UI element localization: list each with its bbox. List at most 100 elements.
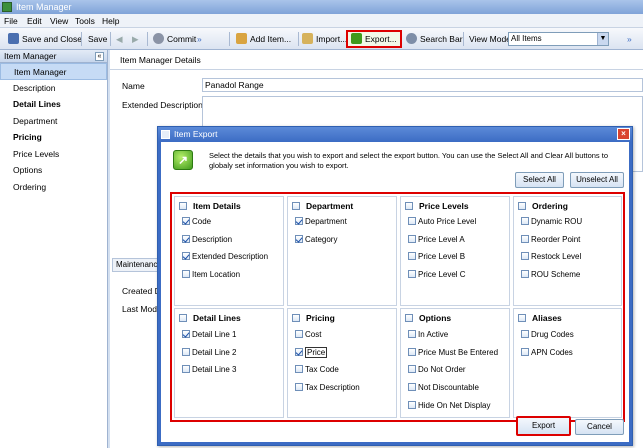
checkbox[interactable] — [182, 365, 190, 373]
view-mode-select[interactable]: All Items ▼ — [508, 32, 609, 46]
option-in-active[interactable]: In Active — [408, 330, 448, 340]
checkbox[interactable] — [408, 348, 416, 356]
chevron-down-icon[interactable]: ▼ — [597, 33, 608, 45]
checkbox[interactable] — [408, 252, 416, 260]
checkbox[interactable] — [521, 217, 529, 225]
import-button[interactable]: Import... — [302, 31, 347, 47]
collapse-chevron-icon[interactable]: « — [95, 52, 104, 61]
sidebar-item-department[interactable]: Department — [0, 113, 107, 130]
category-header[interactable]: Price Levels — [405, 201, 469, 211]
option-tax-description[interactable]: Tax Description — [295, 383, 360, 393]
toolbar-overflow-chevron-icon[interactable]: » — [197, 31, 202, 47]
category-header[interactable]: Aliases — [518, 313, 562, 323]
option-department[interactable]: Department — [295, 217, 347, 227]
close-icon[interactable]: × — [617, 128, 630, 140]
option-auto-price-level[interactable]: Auto Price Level — [408, 217, 476, 227]
option-apn-codes[interactable]: APN Codes — [521, 348, 573, 358]
option-detail-line-2[interactable]: Detail Line 2 — [182, 348, 236, 358]
checkbox[interactable] — [182, 235, 190, 243]
category-header[interactable]: Options — [405, 313, 451, 323]
checkbox[interactable] — [182, 252, 190, 260]
sidebar-item-price-levels[interactable]: Price Levels — [0, 146, 107, 163]
checkbox[interactable] — [295, 383, 303, 391]
add-item-button[interactable]: Add Item... — [236, 31, 291, 47]
checkbox[interactable] — [408, 383, 416, 391]
checkbox[interactable] — [295, 348, 303, 356]
category-header[interactable]: Detail Lines — [179, 313, 241, 323]
checkbox[interactable] — [295, 330, 303, 338]
unselect-all-button[interactable]: Unselect All — [570, 172, 624, 188]
menu-tools[interactable]: Tools — [75, 16, 95, 26]
menu-view[interactable]: View — [50, 16, 68, 26]
checkbox[interactable] — [295, 365, 303, 373]
select-all-button[interactable]: Select All — [515, 172, 564, 188]
checkbox[interactable] — [518, 314, 526, 322]
sidebar-item-ordering[interactable]: Ordering — [0, 179, 107, 196]
checkbox[interactable] — [408, 330, 416, 338]
checkbox[interactable] — [518, 202, 526, 210]
checkbox[interactable] — [179, 202, 187, 210]
forward-button[interactable]: ▶ — [132, 31, 139, 47]
category-header[interactable]: Department — [292, 201, 353, 211]
cancel-button[interactable]: Cancel — [575, 419, 624, 435]
category-header[interactable]: Ordering — [518, 201, 568, 211]
option-detail-line-1[interactable]: Detail Line 1 — [182, 330, 236, 340]
sidebar-item-description[interactable]: Description — [0, 80, 107, 97]
checkbox[interactable] — [292, 202, 300, 210]
menu-edit[interactable]: Edit — [27, 16, 42, 26]
sidebar-item-item-manager[interactable]: Item Manager — [0, 63, 107, 80]
option-price[interactable]: Price — [295, 347, 328, 358]
checkbox[interactable] — [182, 348, 190, 356]
option-price-level-c[interactable]: Price Level C — [408, 270, 466, 280]
checkbox[interactable] — [405, 314, 413, 322]
checkbox[interactable] — [408, 401, 416, 409]
option-reorder-point[interactable]: Reorder Point — [521, 235, 580, 245]
sidebar-item-detail-lines[interactable]: Detail Lines — [0, 96, 107, 113]
menu-file[interactable]: File — [4, 16, 18, 26]
checkbox[interactable] — [408, 235, 416, 243]
checkbox[interactable] — [182, 217, 190, 225]
back-button[interactable]: ◀ — [116, 31, 123, 47]
checkbox[interactable] — [521, 252, 529, 260]
option-drug-codes[interactable]: Drug Codes — [521, 330, 574, 340]
toolbar-overflow-chevron-icon[interactable]: » — [627, 31, 632, 47]
option-do-not-order[interactable]: Do Not Order — [408, 365, 466, 375]
checkbox[interactable] — [408, 365, 416, 373]
option-price-must-be-entered[interactable]: Price Must Be Entered — [408, 348, 498, 358]
name-field[interactable]: Panadol Range — [202, 78, 643, 92]
checkbox[interactable] — [182, 330, 190, 338]
option-cost[interactable]: Cost — [295, 330, 321, 340]
checkbox[interactable] — [521, 330, 529, 338]
option-dynamic-rou[interactable]: Dynamic ROU — [521, 217, 582, 227]
search-bar-button[interactable]: Search Bar — [406, 31, 463, 47]
menu-help[interactable]: Help — [102, 16, 119, 26]
option-hide-on-net-display[interactable]: Hide On Net Display — [408, 401, 490, 411]
category-header[interactable]: Pricing — [292, 313, 335, 323]
tab-maintenance[interactable]: Maintenance — [112, 258, 158, 272]
sidebar-item-pricing[interactable]: Pricing — [0, 129, 107, 146]
export-button[interactable]: Export... — [346, 30, 402, 48]
checkbox[interactable] — [179, 314, 187, 322]
checkbox[interactable] — [292, 314, 300, 322]
option-description[interactable]: Description — [182, 235, 232, 245]
option-rou-scheme[interactable]: ROU Scheme — [521, 270, 580, 280]
option-tax-code[interactable]: Tax Code — [295, 365, 339, 375]
checkbox[interactable] — [408, 217, 416, 225]
option-code[interactable]: Code — [182, 217, 211, 227]
option-restock-level[interactable]: Restock Level — [521, 252, 581, 262]
option-category[interactable]: Category — [295, 235, 337, 245]
option-price-level-a[interactable]: Price Level A — [408, 235, 465, 245]
checkbox[interactable] — [295, 235, 303, 243]
checkbox[interactable] — [521, 235, 529, 243]
checkbox[interactable] — [521, 270, 529, 278]
sidebar-item-options[interactable]: Options — [0, 162, 107, 179]
option-extended-description[interactable]: Extended Description — [182, 252, 268, 262]
save-button[interactable]: Save — [88, 31, 107, 47]
export-button[interactable]: Export — [516, 416, 571, 436]
checkbox[interactable] — [521, 348, 529, 356]
commit-button[interactable]: Commit — [153, 31, 196, 47]
checkbox[interactable] — [405, 202, 413, 210]
option-detail-line-3[interactable]: Detail Line 3 — [182, 365, 236, 375]
option-not-discountable[interactable]: Not Discountable — [408, 383, 479, 393]
category-header[interactable]: Item Details — [179, 201, 241, 211]
